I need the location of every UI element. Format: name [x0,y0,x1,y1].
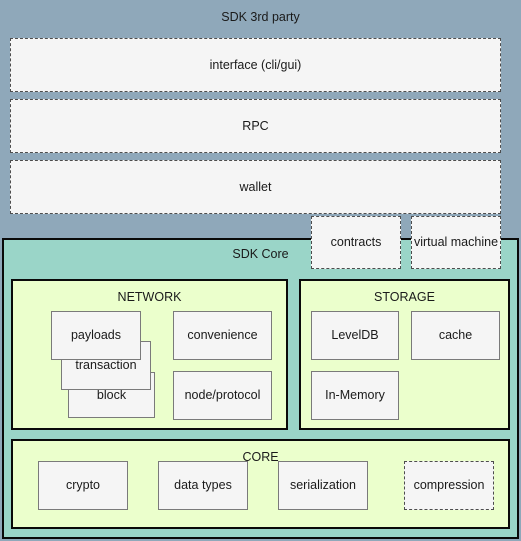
group-title-storage: STORAGE [374,290,435,304]
layer-box-interface[interactable]: interface (cli/gui) [10,38,501,92]
component-box-crypto[interactable]: crypto [38,461,128,510]
layer-box-contracts[interactable]: contracts [311,216,401,269]
component-box-node-protocol[interactable]: node/protocol [173,371,272,420]
component-box-leveldb[interactable]: LevelDB [311,311,399,360]
layer-box-virtual-machine[interactable]: virtual machine [411,216,501,269]
layer-box-wallet[interactable]: wallet [10,160,501,214]
group-title-network: NETWORK [117,290,182,304]
component-box-cache[interactable]: cache [411,311,500,360]
component-box-data-types[interactable]: data types [158,461,248,510]
component-box-serialization[interactable]: serialization [278,461,368,510]
layer-box-rpc[interactable]: RPC [10,99,501,153]
component-box-in-memory[interactable]: In-Memory [311,371,399,420]
architecture-diagram: SDK 3rd party interface (cli/gui) RPC wa… [0,0,521,541]
component-box-convenience[interactable]: convenience [173,311,272,360]
component-box-payloads[interactable]: payloads [51,311,141,360]
third-party-section-title: SDK 3rd party [221,10,300,24]
component-box-compression[interactable]: compression [404,461,494,510]
